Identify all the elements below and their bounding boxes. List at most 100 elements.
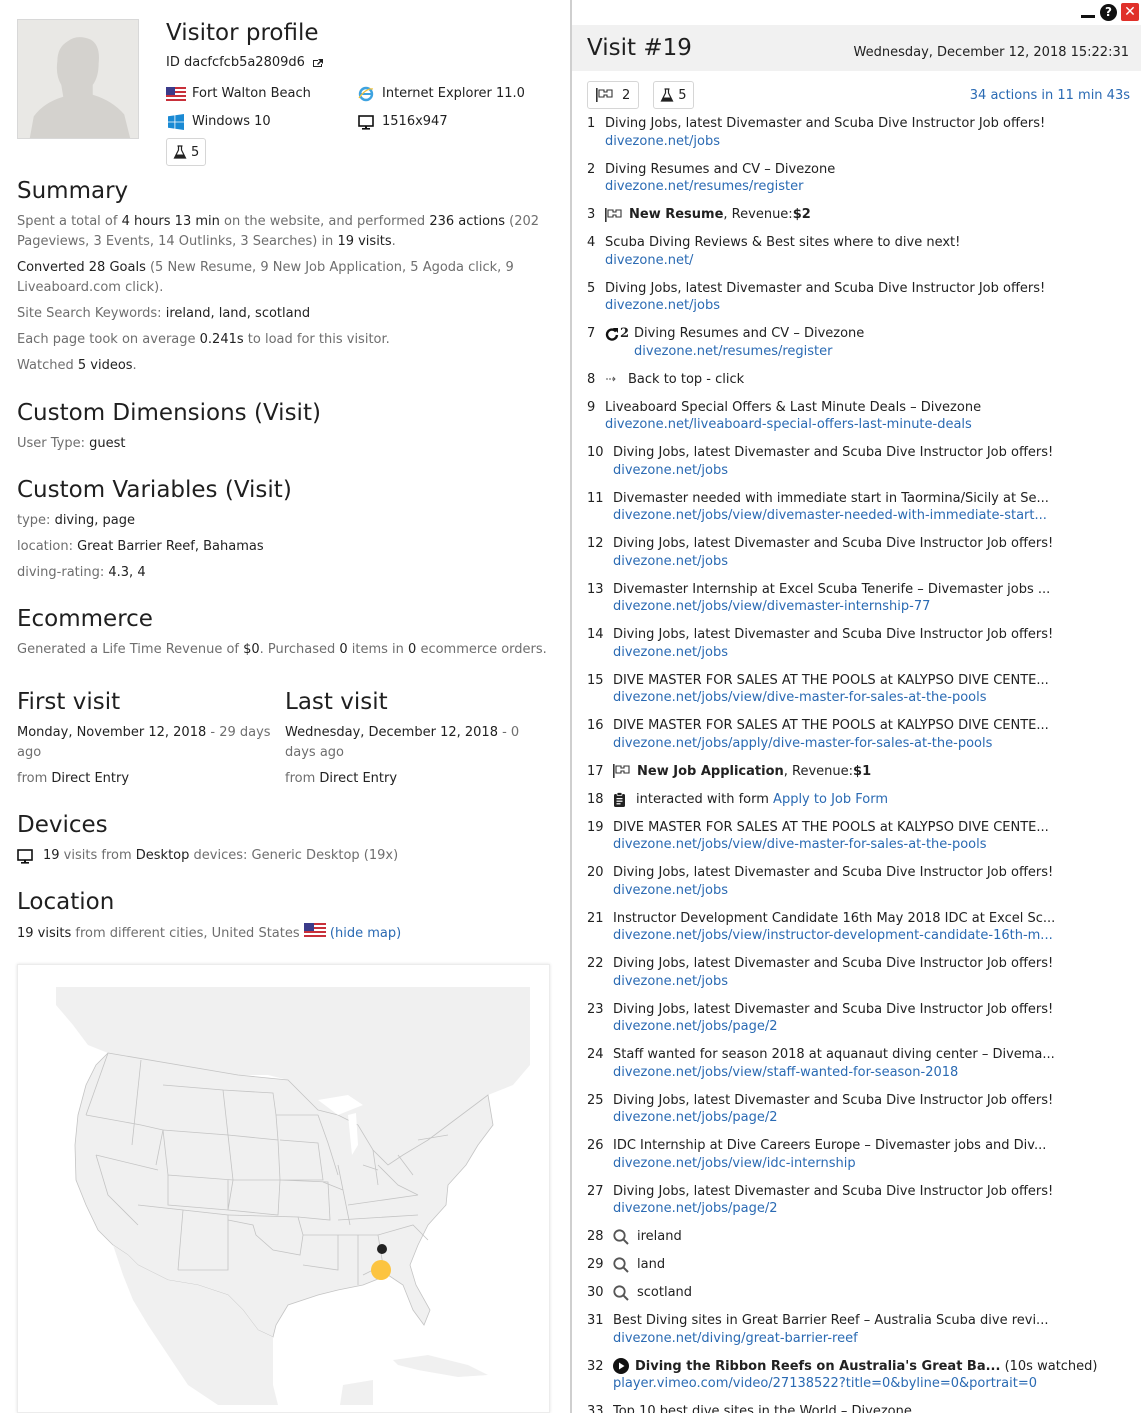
action-number: 7 xyxy=(587,326,596,341)
last-visit-date: Wednesday, December 12, 2018 - 0 days ag… xyxy=(285,725,520,760)
action-number: 31 xyxy=(587,1313,604,1328)
action-item: 1 Diving Jobs, latest Divemaster and Scub… xyxy=(587,115,1141,150)
visitor-resolution: 1516x947 xyxy=(356,112,546,132)
form-name-link[interactable]: Apply to Job Form xyxy=(773,791,888,809)
search-icon xyxy=(613,1285,629,1301)
action-body: Top 10 best dive sites in the World – Di… xyxy=(613,1403,1141,1413)
action-page-url[interactable]: divezone.net/jobs/page/2 xyxy=(613,1018,1141,1036)
action-page-url[interactable]: divezone.net/jobs xyxy=(605,297,1141,315)
event-label: Back to top - click xyxy=(628,371,745,387)
form-interaction: interacted with form Apply to Job Form xyxy=(613,791,1141,809)
help-icon[interactable]: ? xyxy=(1100,3,1117,21)
action-number: 30 xyxy=(587,1285,604,1300)
action-number: 14 xyxy=(587,627,604,642)
external-link-icon[interactable] xyxy=(312,55,324,67)
action-item: 22 Diving Jobs, latest Divemaster and Scu… xyxy=(587,955,1141,990)
action-body: DIVE MASTER FOR SALES AT THE POOLS at KA… xyxy=(613,717,1141,752)
action-body: Liveaboard Special Offers & Last Minute … xyxy=(605,399,1141,434)
action-number: 4 xyxy=(587,235,596,250)
visit-meta: 2 5 34 actions in 11 min 43s xyxy=(572,71,1141,109)
goal-conversion: New Job Application , Revenue: $1 xyxy=(613,763,1141,781)
action-number: 24 xyxy=(587,1047,604,1062)
action-page-url[interactable]: divezone.net/resumes/register xyxy=(605,178,1141,196)
event-arrow-icon xyxy=(605,375,617,383)
action-body: land xyxy=(613,1256,1141,1274)
action-item: 28 ireland xyxy=(587,1228,1141,1246)
action-number: 27 xyxy=(587,1183,604,1199)
action-page-url[interactable]: divezone.net/jobs/view/staff-wanted-for-… xyxy=(613,1064,1141,1082)
action-item: 14 Diving Jobs, latest Divemaster and Scu… xyxy=(587,626,1141,661)
minimize-icon[interactable] xyxy=(1080,3,1096,21)
window-controls-bar: ? ✕ xyxy=(572,0,1141,25)
location-map[interactable] xyxy=(17,964,550,1413)
last-visit: Last visit Wednesday, December 12, 2018 … xyxy=(285,687,553,789)
experiments-badge[interactable]: 5 xyxy=(653,81,694,109)
last-visit-source: from Direct Entry xyxy=(285,771,398,786)
action-number: 21 xyxy=(587,910,604,926)
action-page-url[interactable]: divezone.net/jobs/view/dive-master-for-s… xyxy=(613,689,1141,707)
action-page-url[interactable]: divezone.net/diving/great-barrier-reef xyxy=(613,1330,1141,1348)
close-icon[interactable]: ✕ xyxy=(1121,3,1139,21)
action-number: 16 xyxy=(587,718,604,733)
flask-icon xyxy=(173,145,187,159)
goal-revenue-label: , Revenue: xyxy=(783,763,854,779)
action-page-url[interactable]: divezone.net/jobs/view/idc-internship xyxy=(613,1155,1141,1173)
action-body: Diving Resumes and CV – Divezone divezone… xyxy=(605,161,1141,196)
video-url[interactable]: player.vimeo.com/video/27138522?title=0&… xyxy=(613,1375,1141,1393)
reload-row: 2 Diving Resumes and CV – Divezone divezon… xyxy=(605,325,1141,360)
actions-summary-link[interactable]: 34 actions in 11 min 43s xyxy=(970,88,1130,103)
action-page-url[interactable]: divezone.net/jobs/view/instructor-develo… xyxy=(613,927,1141,945)
flag-icon xyxy=(613,764,631,779)
first-visit-date: Monday, November 12, 2018 - 29 days ago xyxy=(17,725,271,760)
action-page-url[interactable]: divezone.net/jobs xyxy=(613,462,1141,480)
action-body: Diving Jobs, latest Divemaster and Scuba… xyxy=(605,280,1141,315)
action-page: Diving Resumes and CV – Divezone divezone… xyxy=(634,325,864,360)
action-item: 20 Diving Jobs, latest Divemaster and Scu… xyxy=(587,864,1141,899)
first-visit-heading: First visit xyxy=(17,689,121,715)
action-page-title: Diving Jobs, latest Divemaster and Scuba… xyxy=(613,865,1054,880)
action-page-url[interactable]: divezone.net/liveaboard-special-offers-l… xyxy=(605,416,1141,434)
action-page-url[interactable]: divezone.net/resumes/register xyxy=(634,343,864,361)
action-body: Divemaster needed with immediate start i… xyxy=(613,490,1141,525)
custom-variable-item: type: diving, page xyxy=(17,513,135,528)
action-page-title: Diving Jobs, latest Divemaster and Scuba… xyxy=(613,1183,1054,1199)
goals-badge[interactable]: 2 xyxy=(587,81,640,109)
search-keyword: land xyxy=(637,1257,666,1272)
flag-icon xyxy=(605,207,623,222)
action-page-url[interactable]: divezone.net/ xyxy=(605,252,1141,270)
action-number: 3 xyxy=(587,207,596,222)
action-page-url[interactable]: divezone.net/jobs/page/2 xyxy=(613,1109,1141,1127)
ecommerce-section: Ecommerce Generated a Life Time Revenue … xyxy=(17,604,553,660)
action-page-url[interactable]: divezone.net/jobs xyxy=(605,133,1141,151)
action-page-url[interactable]: divezone.net/jobs/view/divemaster-needed… xyxy=(613,507,1141,525)
action-page-url[interactable]: divezone.net/jobs xyxy=(613,553,1141,571)
first-visit: First visit Monday, November 12, 2018 - … xyxy=(17,687,285,789)
action-body: Instructor Development Candidate 16th Ma… xyxy=(613,910,1141,945)
visit-datetime: Wednesday, December 12, 2018 15:22:31 xyxy=(853,44,1129,60)
visitor-city: Fort Walton Beach xyxy=(166,84,356,104)
action-page-url[interactable]: divezone.net/jobs xyxy=(613,644,1141,662)
action-item: 25 Diving Jobs, latest Divemaster and Scu… xyxy=(587,1092,1141,1127)
custom-dimensions-section: Custom Dimensions (Visit) User Type: gue… xyxy=(17,398,553,454)
action-body: IDC Internship at Dive Careers Europe – … xyxy=(613,1137,1141,1172)
action-page-url[interactable]: divezone.net/jobs/view/divemaster-intern… xyxy=(613,598,1141,616)
hide-map-link[interactable]: (hide map) xyxy=(330,926,401,941)
goal-revenue-label: , Revenue: xyxy=(723,207,793,222)
action-item: 27 Diving Jobs, latest Divemaster and Scu… xyxy=(587,1183,1141,1218)
action-item: 12 Diving Jobs, latest Divemaster and Scu… xyxy=(587,535,1141,570)
action-number: 29 xyxy=(587,1257,604,1272)
experiments-badge[interactable]: 5 xyxy=(166,138,207,166)
search-keyword: ireland xyxy=(637,1229,682,1244)
video-row: Diving the Ribbon Reefs on Australia's G… xyxy=(613,1358,1141,1376)
action-body: Back to top - click xyxy=(605,371,1141,389)
action-page-title: Divemaster Internship at Excel Scuba Ten… xyxy=(613,581,1051,597)
action-number: 25 xyxy=(587,1092,604,1108)
action-page-title: Diving Jobs, latest Divemaster and Scuba… xyxy=(613,536,1054,551)
action-page-url[interactable]: divezone.net/jobs/view/dive-master-for-s… xyxy=(613,836,1141,854)
action-page-url[interactable]: divezone.net/jobs/page/2 xyxy=(613,1200,1141,1218)
action-page-url[interactable]: divezone.net/jobs xyxy=(613,973,1141,991)
custom-variables-section: Custom Variables (Visit) type: diving, p… xyxy=(17,475,553,583)
action-page-url[interactable]: divezone.net/jobs xyxy=(613,882,1141,900)
action-page-url[interactable]: divezone.net/jobs/apply/dive-master-for-… xyxy=(613,735,1141,753)
visitor-attributes: Fort Walton Beach Internet Explorer 11.0… xyxy=(166,84,546,132)
